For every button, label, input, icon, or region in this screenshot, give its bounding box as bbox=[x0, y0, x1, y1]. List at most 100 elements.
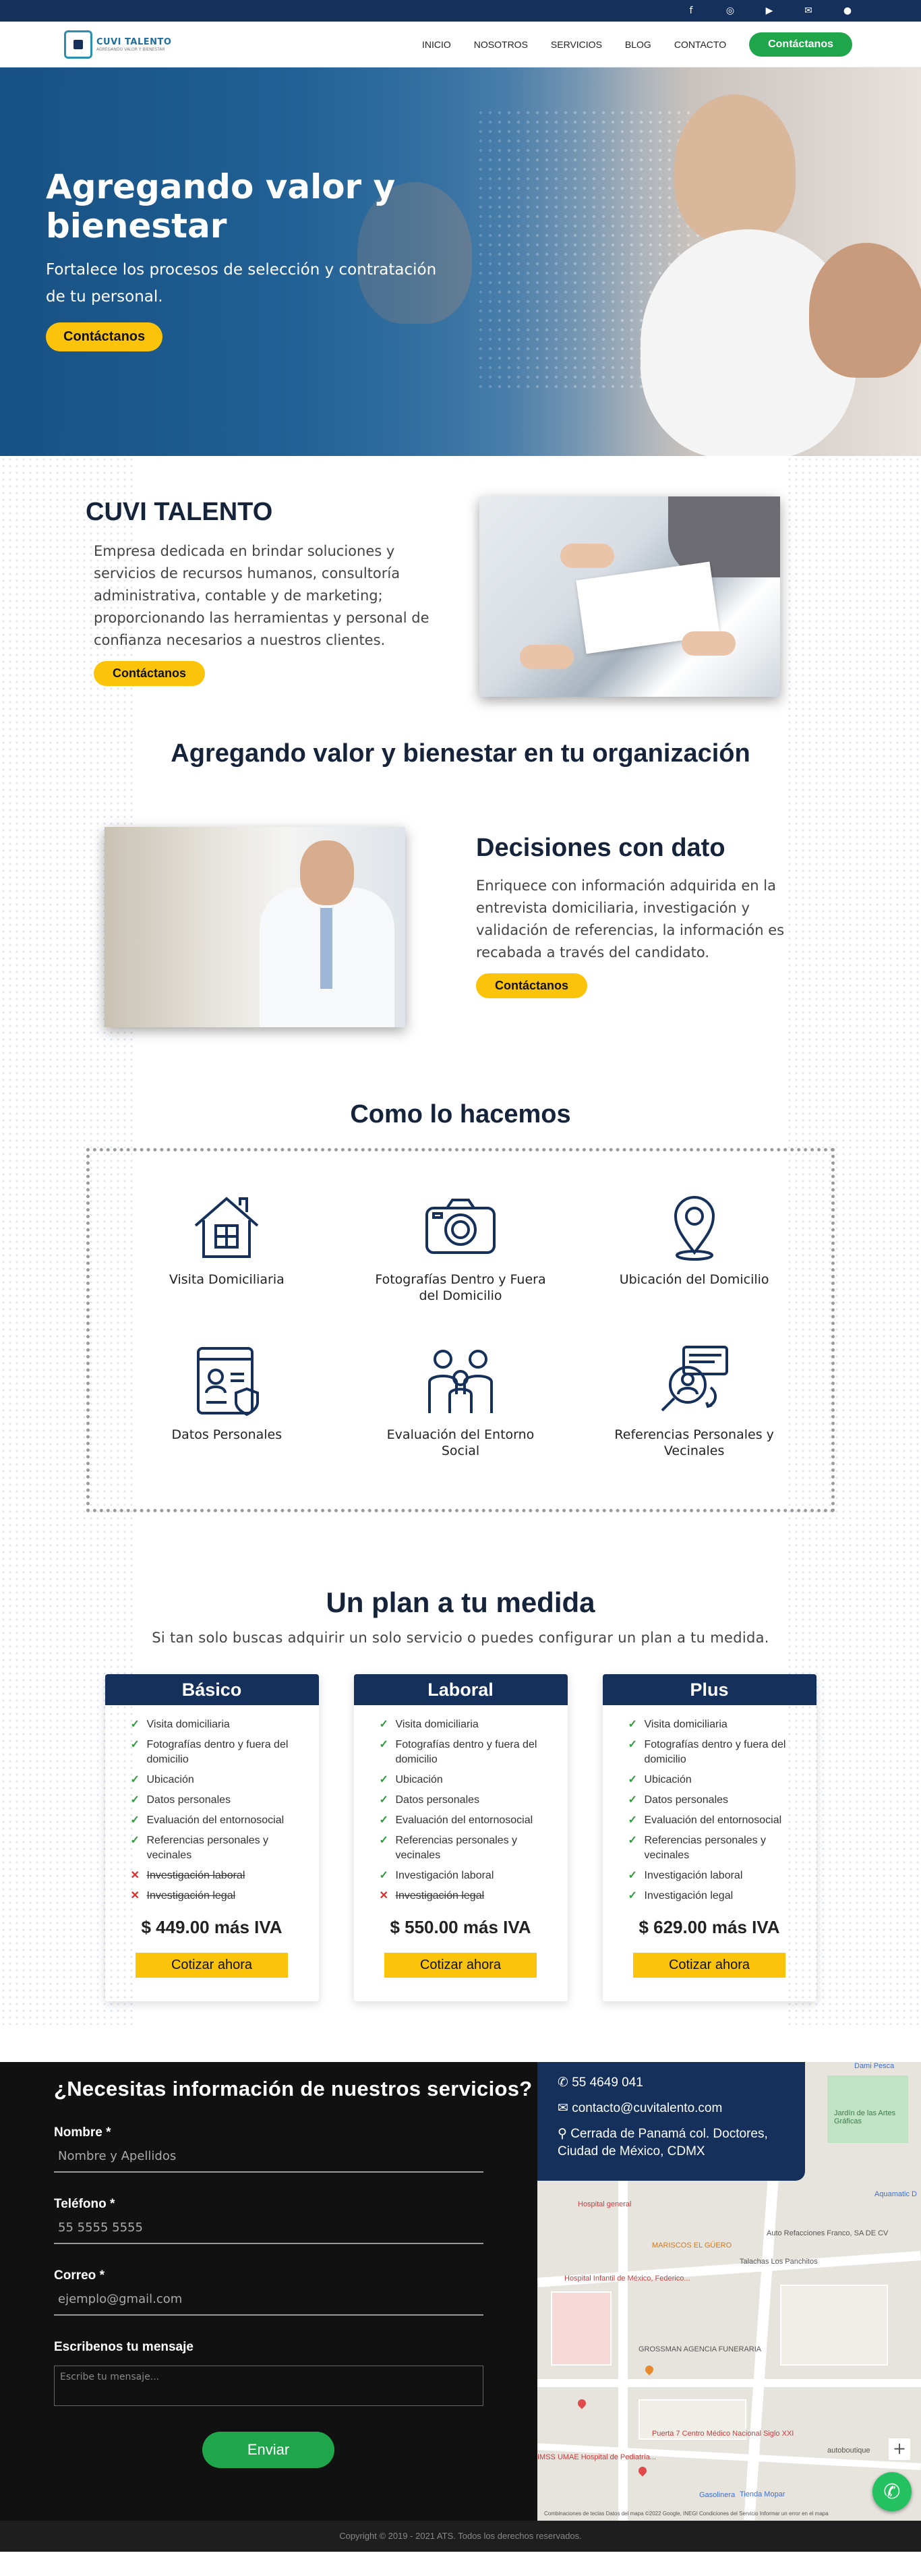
feature-item: ✓ Datos personales bbox=[131, 1793, 304, 1808]
hero-title: Agregando valor y bienestar bbox=[46, 167, 396, 246]
map-label: Hospital general bbox=[578, 2200, 632, 2208]
map-marker-icon[interactable] bbox=[643, 2364, 655, 2376]
message-textarea[interactable]: Escribe tu mensaje... bbox=[54, 2366, 483, 2406]
map-label: autoboutique bbox=[827, 2446, 870, 2455]
feature-item: ✓ Evaluación del entornosocial bbox=[131, 1813, 304, 1828]
email-label: Correo * bbox=[54, 2268, 105, 2283]
contact-form: ¿Necesitas información de nuestros servi… bbox=[0, 2062, 537, 2521]
about-contact-button[interactable]: Contáctanos bbox=[94, 661, 206, 686]
hero-subtitle: Fortalece los procesos de selección y co… bbox=[46, 261, 437, 306]
check-icon: ✓ bbox=[628, 1719, 637, 1730]
check-icon: ✓ bbox=[379, 1739, 388, 1750]
map-label: Auto Refacciones Franco, SA DE CV bbox=[767, 2229, 889, 2237]
phone-icon: ✆ bbox=[558, 2076, 572, 2090]
contact-section: ¿Necesitas información de nuestros servi… bbox=[0, 2062, 921, 2521]
phone-info[interactable]: ✆ 55 4649 041 bbox=[558, 2074, 805, 2092]
feature-item: ✓ Investigación laboral bbox=[380, 1868, 553, 1883]
map-label: Aquamatic D bbox=[874, 2190, 917, 2198]
map-credits: Combinaciones de teclas Datos del mapa ©… bbox=[544, 2511, 829, 2517]
map-marker-icon[interactable] bbox=[636, 2465, 649, 2477]
search-person-icon bbox=[661, 1346, 728, 1412]
whatsapp-icon[interactable]: ✆ bbox=[872, 2472, 912, 2511]
nav-inicio[interactable]: INICIO bbox=[422, 39, 451, 50]
instagram-icon[interactable]: ◎ bbox=[724, 5, 736, 17]
email-field[interactable]: ejemplo@gmail.com bbox=[54, 2283, 483, 2316]
service-label: Ubicación del Domicilio bbox=[619, 1272, 769, 1287]
feature-item: ✓ Fotografías dentro y fuera del domicili… bbox=[628, 1739, 786, 1765]
map-marker-icon[interactable] bbox=[576, 2397, 588, 2409]
feature-item: ✓ Investigación legal bbox=[628, 1889, 802, 1904]
zoom-in-button[interactable]: + bbox=[889, 2438, 910, 2460]
header-contact-button[interactable]: Contáctanos bbox=[749, 32, 852, 57]
decisions-title: Decisiones con dato bbox=[476, 834, 725, 862]
feature-item: ✕ Investigación laboral bbox=[131, 1868, 304, 1883]
hero-content: Agregando valor y bienestar Fortalece lo… bbox=[46, 167, 437, 351]
plan-card-basico: Básico ✓ Visita domiciliaria ✓ Fotografías… bbox=[105, 1674, 319, 2001]
feature-item: ✓ Datos personales bbox=[380, 1793, 553, 1808]
decisions-contact-button[interactable]: Contáctanos bbox=[476, 973, 588, 998]
email-icon[interactable]: ✉ bbox=[802, 5, 814, 17]
youtube-icon[interactable]: ▶ bbox=[763, 5, 775, 17]
map-label: Puerta 7 Centro Médico Nacional Siglo XX… bbox=[652, 2430, 794, 2438]
site-header: CUVI TALENTO AGREGANDO VALOR Y BIENESTAR… bbox=[0, 22, 921, 67]
top-bar: f ◎ ▶ ✉ ● bbox=[0, 0, 921, 22]
nav-servicios[interactable]: SERVICIOS bbox=[551, 39, 602, 50]
feature-item: ✕ Investigación legal bbox=[131, 1889, 304, 1904]
service-item: Referencias Personales y Vecinales bbox=[577, 1340, 811, 1495]
about-title: CUVI TALENTO bbox=[86, 498, 273, 526]
footer: Copyright © 2019 - 2021 ATS. Todos los d… bbox=[0, 2521, 921, 2552]
check-icon: ✓ bbox=[628, 1739, 637, 1750]
service-label: Datos Personales bbox=[171, 1427, 283, 1442]
businessman-photo bbox=[105, 827, 405, 1027]
check-icon: ✓ bbox=[379, 1835, 388, 1846]
send-button[interactable]: Enviar bbox=[202, 2432, 334, 2468]
quote-button[interactable]: Cotizar ahora bbox=[633, 1953, 785, 1978]
feature-item: ✓ Evaluación del entornosocial bbox=[628, 1813, 802, 1828]
check-icon: ✓ bbox=[628, 1870, 637, 1881]
service-item: Visita Domiciliaria bbox=[110, 1185, 344, 1340]
service-label: Fotografías Dentro y Fuera del Domicilio bbox=[375, 1272, 546, 1303]
service-item: Fotografías Dentro y Fuera del Domicilio bbox=[344, 1185, 578, 1340]
check-icon: ✓ bbox=[628, 1794, 637, 1806]
quote-button[interactable]: Cotizar ahora bbox=[136, 1953, 288, 1978]
map[interactable]: Jardín de las Artes Gráficas Hospital ge… bbox=[537, 2062, 921, 2521]
nav-nosotros[interactable]: NOSOTROS bbox=[474, 39, 528, 50]
location-pin-icon bbox=[674, 1196, 715, 1261]
facebook-icon[interactable]: f bbox=[685, 5, 697, 17]
cross-icon: ✕ bbox=[130, 1890, 140, 1901]
contact-title: ¿Necesitas información de nuestros servi… bbox=[54, 2077, 533, 2100]
nav-blog[interactable]: BLOG bbox=[625, 39, 651, 50]
quote-button[interactable]: Cotizar ahora bbox=[384, 1953, 537, 1978]
check-icon: ✓ bbox=[130, 1835, 140, 1846]
feature-item: ✓ Datos personales bbox=[628, 1793, 802, 1808]
hero-contact-button[interactable]: Contáctanos bbox=[46, 322, 163, 351]
plan-name: Laboral bbox=[353, 1674, 568, 1705]
feature-item: ✓ Fotografías dentro y fuera del domicili… bbox=[379, 1739, 537, 1765]
map-label: Talachas Los Panchitos bbox=[740, 2258, 818, 2266]
map-label: Jardín de las Artes Gráficas bbox=[834, 2109, 896, 2125]
main-nav: INICIO NOSOTROS SERVICIOS BLOG CONTACTO … bbox=[422, 32, 852, 57]
nav-contacto[interactable]: CONTACTO bbox=[674, 39, 726, 50]
email-info[interactable]: ✉ contacto@cuvitalento.com bbox=[558, 2100, 805, 2117]
check-icon: ✓ bbox=[628, 1835, 637, 1846]
feature-item: ✓ Referencias personales y vecinales bbox=[379, 1835, 518, 1861]
plan-name: Básico bbox=[105, 1674, 319, 1705]
logo-subtext: AGREGANDO VALOR Y BIENESTAR bbox=[96, 47, 165, 52]
feature-item: ✓ Ubicación bbox=[380, 1773, 553, 1787]
service-item: Datos Personales bbox=[110, 1340, 344, 1495]
plan-name: Plus bbox=[602, 1674, 816, 1705]
check-icon: ✓ bbox=[379, 1870, 388, 1881]
logo-text: CUVI TALENTO bbox=[96, 36, 172, 47]
check-icon: ✓ bbox=[628, 1774, 637, 1785]
plan-card-plus: Plus ✓ Visita domiciliaria ✓ Fotografías d… bbox=[602, 1674, 816, 2001]
feature-item: ✓ Visita domiciliaria bbox=[131, 1717, 304, 1732]
check-icon: ✓ bbox=[379, 1814, 388, 1826]
phone-field[interactable]: 55 5555 5555 bbox=[54, 2212, 483, 2244]
address-info: ⚲ Cerrada de Panamá col. Doctores, Ciuda… bbox=[558, 2127, 768, 2158]
service-label: Visita Domiciliaria bbox=[169, 1272, 285, 1287]
plan-features: ✓ Visita domiciliaria ✓ Fotografías dentro… bbox=[354, 1705, 568, 1904]
map-marker-icon[interactable] bbox=[758, 2519, 770, 2521]
user-icon[interactable]: ● bbox=[841, 5, 854, 17]
name-field[interactable]: Nombre y Apellidos bbox=[54, 2140, 483, 2173]
logo[interactable]: CUVI TALENTO AGREGANDO VALOR Y BIENESTAR bbox=[64, 30, 171, 59]
